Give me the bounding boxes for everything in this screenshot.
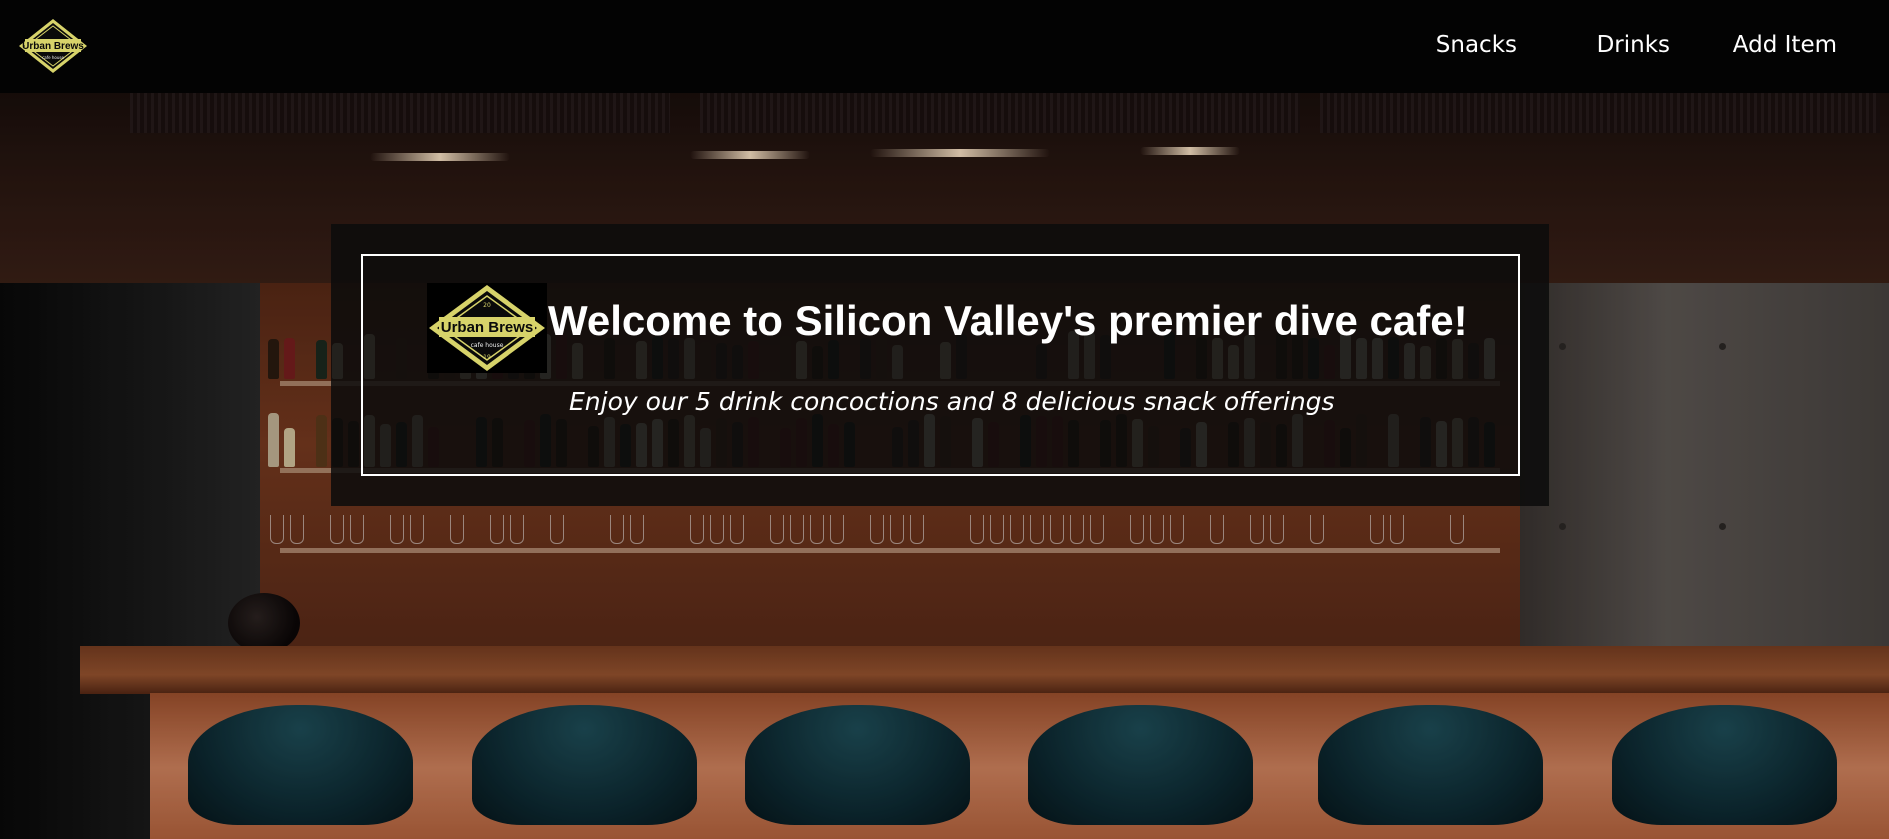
brand-logo[interactable]: Urban Brews cafe house bbox=[17, 18, 89, 74]
urban-brews-logo-icon: Urban Brews cafe house 20 19 bbox=[429, 285, 545, 371]
welcome-card: Urban Brews cafe house 20 19 Welcome to … bbox=[331, 224, 1549, 506]
nav-snacks-link[interactable]: Snacks bbox=[1436, 32, 1517, 58]
urban-brews-logo-icon: Urban Brews cafe house bbox=[19, 19, 87, 73]
nav-drinks-link[interactable]: Drinks bbox=[1597, 32, 1670, 58]
nav-add-item-link[interactable]: Add Item bbox=[1733, 32, 1837, 58]
svg-text:cafe house: cafe house bbox=[42, 55, 64, 60]
svg-text:Urban Brews: Urban Brews bbox=[22, 41, 84, 52]
card-logo: Urban Brews cafe house 20 19 bbox=[427, 283, 547, 373]
svg-text:19: 19 bbox=[483, 354, 491, 361]
svg-text:cafe house: cafe house bbox=[471, 342, 504, 349]
page-subtitle: Enjoy our 5 drink concoctions and 8 deli… bbox=[569, 387, 1335, 416]
page-title: Welcome to Silicon Valley's premier dive… bbox=[548, 297, 1468, 344]
navbar: Urban Brews cafe house Snacks Drinks Add… bbox=[0, 0, 1889, 93]
svg-text:20: 20 bbox=[483, 302, 491, 309]
svg-text:Urban Brews: Urban Brews bbox=[441, 319, 534, 336]
